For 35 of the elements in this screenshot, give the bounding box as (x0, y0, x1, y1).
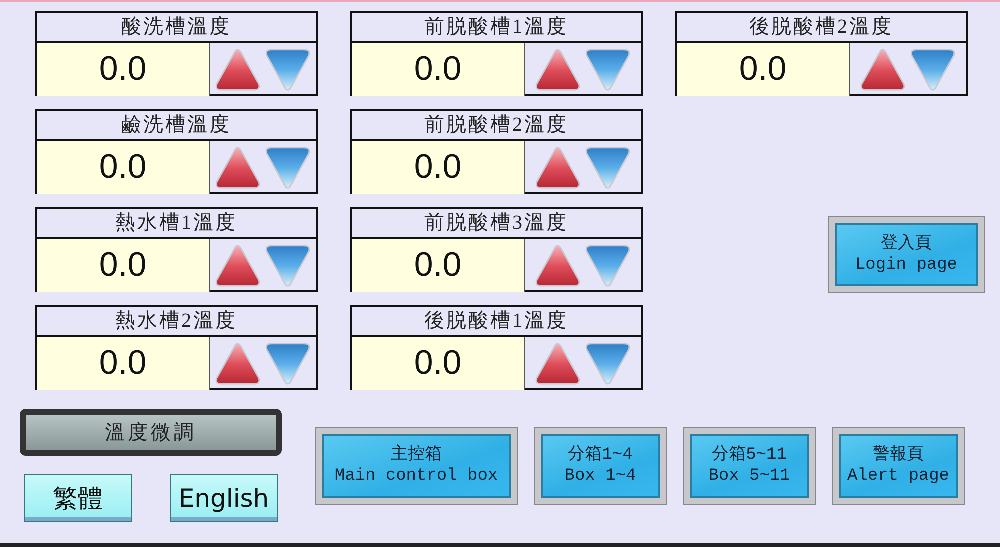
value-field[interactable]: 0.0 (352, 141, 525, 194)
navigation-button[interactable]: 警報頁 Alert page (833, 428, 964, 504)
up-arrow-button[interactable] (214, 342, 262, 386)
down-arrow-button[interactable] (264, 244, 312, 288)
value-field[interactable]: 0.0 (37, 239, 210, 292)
down-arrow-button[interactable] (584, 146, 632, 190)
fine-tune-button[interactable]: 溫度微調 (20, 409, 282, 456)
language-button[interactable]: English (170, 474, 278, 522)
down-arrow-button[interactable] (264, 48, 312, 92)
value-field[interactable]: 0.0 (677, 43, 850, 96)
up-arrow-button[interactable] (534, 48, 582, 92)
down-arrow-button[interactable] (584, 342, 632, 386)
down-arrow-button[interactable] (264, 342, 312, 386)
down-arrow-button[interactable] (584, 244, 632, 288)
down-arrow-button[interactable] (584, 48, 632, 92)
navigation-button[interactable]: 分箱1~4 Box 1~4 (535, 428, 666, 504)
value-field[interactable]: 0.0 (352, 239, 525, 292)
value-field[interactable]: 0.0 (352, 43, 525, 96)
value-field[interactable]: 0.0 (352, 337, 525, 390)
up-arrow-button[interactable] (214, 244, 262, 288)
navigation-button[interactable]: 分箱5~11 Box 5~11 (684, 428, 815, 504)
up-arrow-button[interactable] (214, 48, 262, 92)
value-field[interactable]: 0.0 (37, 43, 210, 96)
up-arrow-button[interactable] (534, 146, 582, 190)
up-arrow-button[interactable] (214, 146, 262, 190)
up-arrow-button[interactable] (534, 244, 582, 288)
down-arrow-button[interactable] (264, 146, 312, 190)
value-field[interactable]: 0.0 (37, 337, 210, 390)
up-arrow-button[interactable] (859, 48, 907, 92)
value-field[interactable]: 0.0 (37, 141, 210, 194)
down-arrow-button[interactable] (909, 48, 957, 92)
navigation-button[interactable]: 主控箱 Main control box (316, 428, 517, 504)
up-arrow-button[interactable] (534, 342, 582, 386)
login-button[interactable]: 登入頁 Login page (829, 217, 984, 292)
language-button[interactable]: 繁體 (24, 474, 132, 522)
